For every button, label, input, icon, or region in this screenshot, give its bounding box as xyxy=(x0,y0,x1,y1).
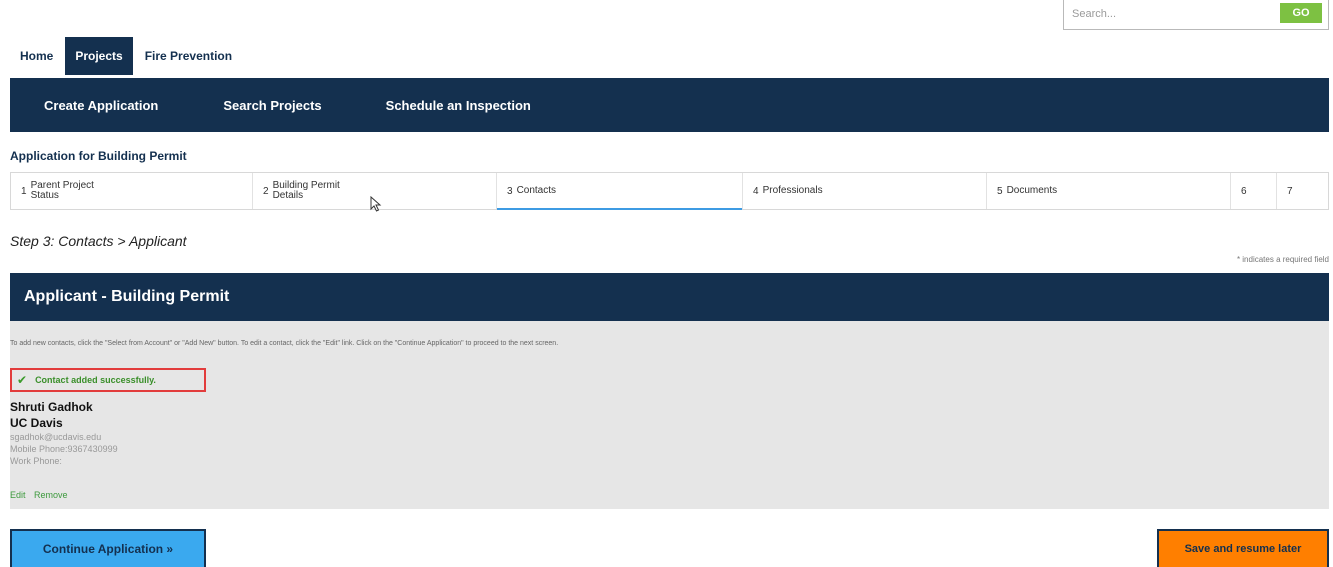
checkmark-icon: ✔ xyxy=(17,373,28,387)
step-label: Contacts xyxy=(516,185,557,196)
remove-contact-link[interactable]: Remove xyxy=(34,490,68,500)
required-field-note: * indicates a required field xyxy=(1236,255,1329,264)
applicant-panel: To add new contacts, click the "Select f… xyxy=(10,321,1329,509)
step-heading: Step 3: Contacts > Applicant xyxy=(10,233,187,249)
step-progress-bar: 1 Parent Project Status 2 Building Permi… xyxy=(10,172,1329,210)
step-3-contacts[interactable]: 3 Contacts xyxy=(497,173,743,210)
success-message: Contact added successfully. xyxy=(35,375,156,385)
continue-application-button[interactable]: Continue Application » xyxy=(10,529,206,567)
nav-create-application[interactable]: Create Application xyxy=(10,98,191,113)
mouse-cursor-icon xyxy=(370,196,382,212)
step-number: 1 xyxy=(21,185,27,197)
success-alert: ✔ Contact added successfully. xyxy=(10,368,206,392)
step-number: 6 xyxy=(1241,185,1247,197)
search-go-button[interactable]: GO xyxy=(1280,3,1322,23)
step-number: 5 xyxy=(997,185,1003,197)
search-box: GO xyxy=(1063,0,1329,30)
nav-search-projects[interactable]: Search Projects xyxy=(191,98,353,113)
step-label: Documents xyxy=(1006,185,1058,196)
tab-projects[interactable]: Projects xyxy=(65,37,133,75)
step-number: 3 xyxy=(507,185,513,197)
contact-actions: Edit Remove xyxy=(10,490,74,500)
step-7[interactable]: 7 xyxy=(1277,173,1328,209)
contact-work-phone: Work Phone: xyxy=(10,456,62,466)
tab-fire-prevention[interactable]: Fire Prevention xyxy=(137,37,240,75)
search-input[interactable] xyxy=(1064,0,1264,28)
contact-mobile-phone: Mobile Phone:9367430999 xyxy=(10,444,118,454)
contact-email: sgadhok@ucdavis.edu xyxy=(10,432,102,442)
step-6[interactable]: 6 xyxy=(1231,173,1277,209)
step-label: Building Permit Details xyxy=(272,180,340,201)
edit-contact-link[interactable]: Edit xyxy=(10,490,26,500)
step-4-professionals[interactable]: 4 Professionals xyxy=(743,173,987,209)
application-title: Application for Building Permit xyxy=(10,149,187,163)
instructions-text: To add new contacts, click the "Select f… xyxy=(10,340,559,347)
step-1-parent-project-status[interactable]: 1 Parent Project Status xyxy=(11,173,253,209)
step-5-documents[interactable]: 5 Documents xyxy=(987,173,1231,209)
nav-schedule-inspection[interactable]: Schedule an Inspection xyxy=(354,98,563,113)
projects-nav-bar: Create Application Search Projects Sched… xyxy=(10,78,1329,132)
step-label: Professionals xyxy=(762,185,823,196)
step-number: 4 xyxy=(753,185,759,197)
step-label: Parent Project Status xyxy=(30,180,94,201)
contact-name: Shruti Gadhok xyxy=(10,400,93,414)
panel-title: Applicant - Building Permit xyxy=(10,273,1329,321)
step-number: 2 xyxy=(263,185,269,197)
contact-organization: UC Davis xyxy=(10,416,63,430)
step-number: 7 xyxy=(1287,185,1293,197)
tab-home[interactable]: Home xyxy=(12,37,61,75)
save-and-resume-later-button[interactable]: Save and resume later xyxy=(1157,529,1329,567)
top-tabs: Home Projects Fire Prevention xyxy=(12,37,240,75)
